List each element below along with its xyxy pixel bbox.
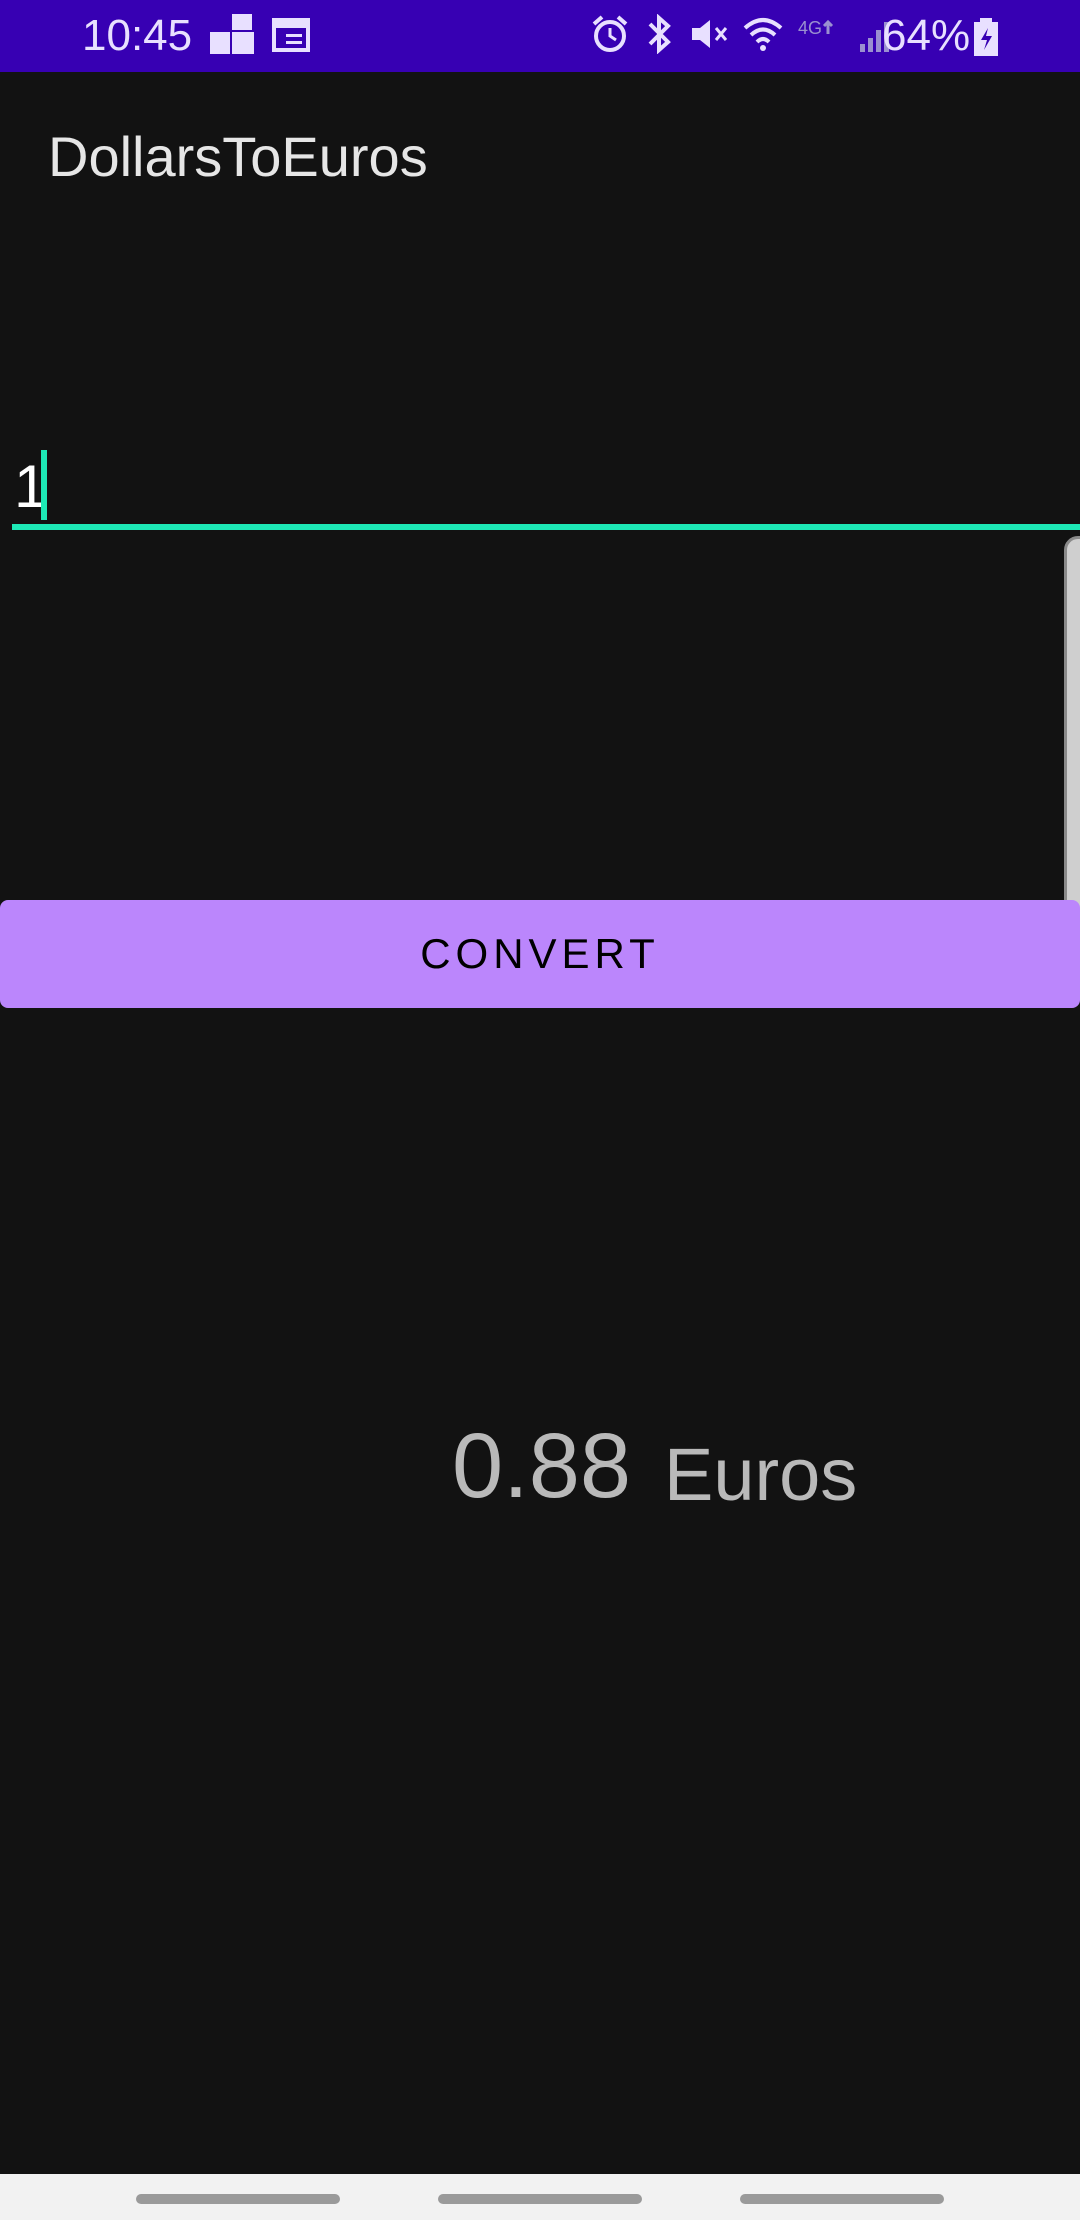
dollar-amount-input[interactable]: 1 (12, 440, 1080, 530)
calendar-icon (272, 16, 310, 59)
status-left-icons (210, 13, 310, 61)
navigation-bar (0, 2174, 1080, 2220)
text-cursor (41, 450, 47, 520)
bluetooth-icon (644, 13, 674, 59)
status-time: 10:45 (82, 11, 193, 60)
svg-text:4G: 4G (798, 18, 822, 38)
result-value: 0.88 (452, 1415, 632, 1517)
app-title: DollarsToEuros (48, 125, 428, 188)
input-underline (12, 524, 1080, 530)
mute-icon (688, 14, 728, 59)
result-unit: Euros (664, 1433, 858, 1516)
status-right-icons: 4G (590, 13, 896, 59)
gallery-icon (210, 13, 254, 61)
convert-button[interactable]: CONVERT (0, 900, 1080, 1008)
app-screen: 10:45 4G 64% DollarsToEuros 1 CONVERT 0.… (0, 0, 1080, 2220)
back-handle[interactable] (136, 2194, 340, 2204)
home-handle[interactable] (438, 2194, 642, 2204)
edge-panel-handle[interactable] (1064, 536, 1080, 952)
alarm-icon (590, 14, 630, 59)
lte-icon: 4G (798, 14, 844, 59)
battery-icon (972, 18, 1000, 61)
wifi-icon (742, 14, 784, 59)
battery-percent: 64% (882, 11, 971, 60)
recents-handle[interactable] (740, 2194, 944, 2204)
status-bar: 10:45 4G 64% (0, 0, 1080, 72)
